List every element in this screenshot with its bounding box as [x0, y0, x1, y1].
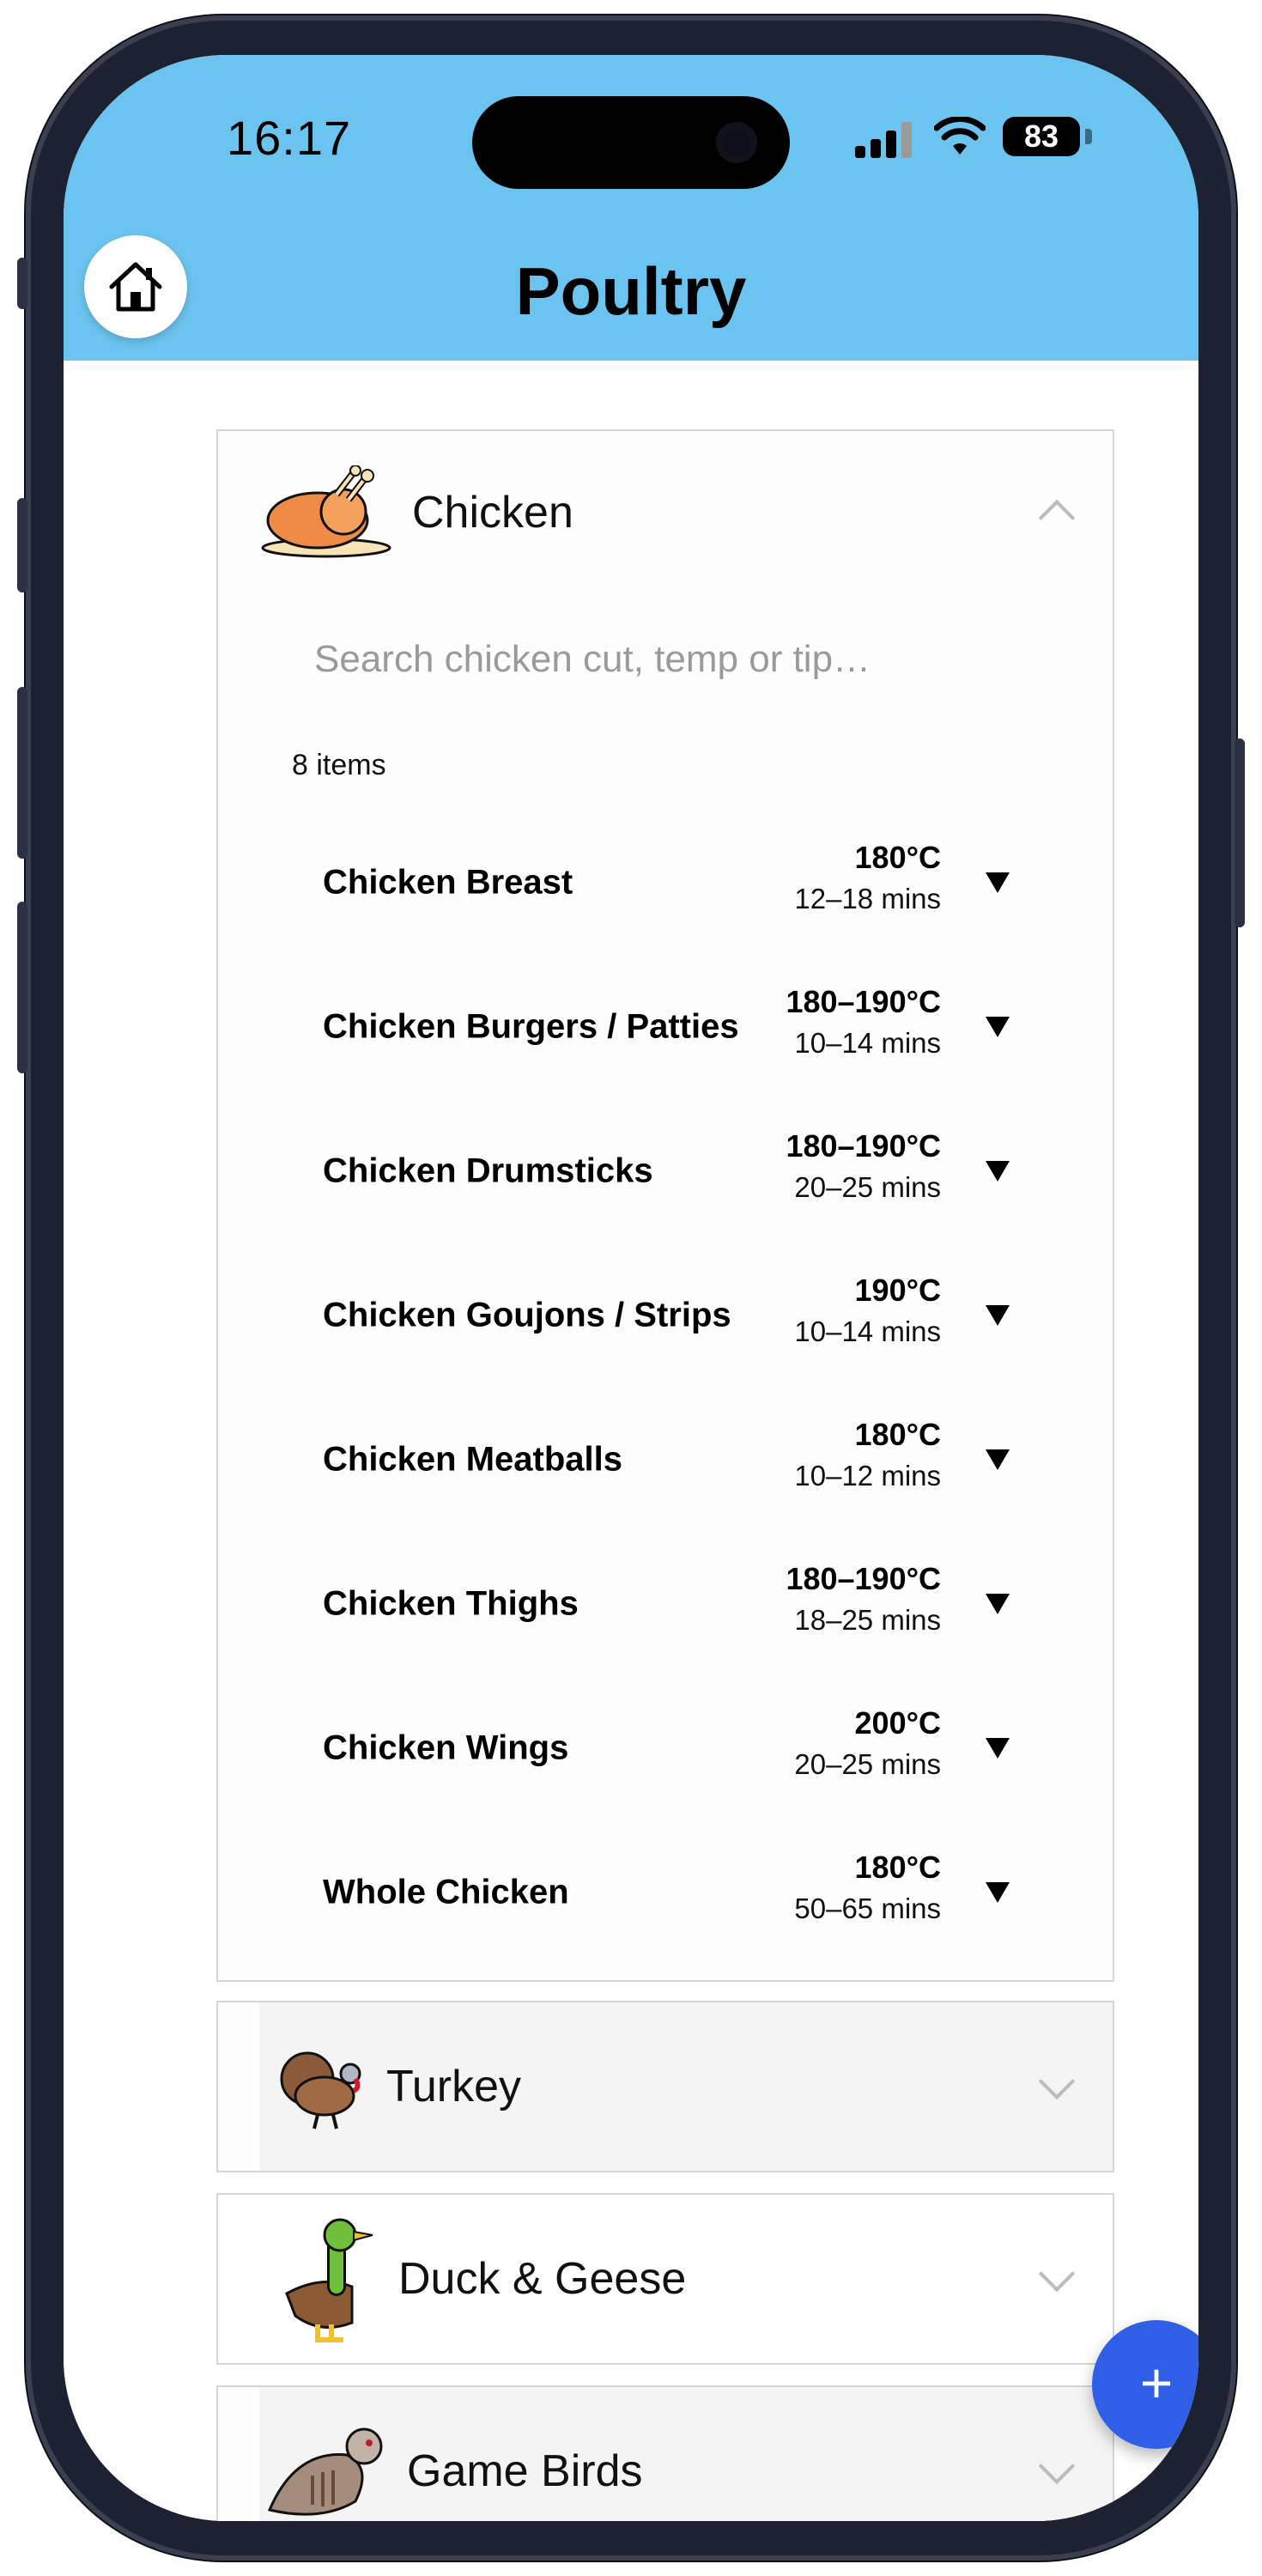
list-item[interactable]: Chicken Burgers / Patties 180–190°C 10–1… [218, 955, 1113, 1099]
list-item[interactable]: Chicken Meatballs 180°C 10–12 mins [218, 1388, 1113, 1532]
turkey-panel-title: Turkey [386, 2062, 521, 2111]
item-name: Chicken Goujons / Strips [323, 1296, 731, 1334]
item-name: Chicken Meatballs [323, 1440, 623, 1479]
item-name: Chicken Drumsticks [323, 1151, 653, 1190]
item-temp: 190°C [854, 1273, 941, 1308]
turkey-panel[interactable]: Turkey [216, 2001, 1114, 2172]
item-name: Chicken Burgers / Patties [323, 1007, 739, 1046]
list-item[interactable]: Chicken Goujons / Strips 190°C 10–14 min… [218, 1243, 1113, 1388]
duck-geese-panel-header[interactable]: Duck & Geese [218, 2195, 1113, 2363]
duck-geese-panel-title: Duck & Geese [398, 2254, 687, 2304]
dynamic-island [472, 96, 790, 189]
roast-chicken-icon [261, 465, 391, 558]
expand-arrow-icon[interactable] [986, 1017, 1010, 1037]
front-camera-icon [716, 122, 757, 163]
items-count: 8 items [292, 749, 386, 781]
game-birds-panel[interactable]: Game Birds [216, 2385, 1114, 2521]
expand-arrow-icon[interactable] [986, 1882, 1010, 1903]
list-item[interactable]: Whole Chicken 180°C 50–65 mins [218, 1820, 1113, 1965]
chevron-down-icon [1038, 2447, 1076, 2485]
volume-up-button [17, 498, 27, 592]
action-button [17, 258, 27, 309]
item-time: 12–18 mins [794, 883, 941, 914]
volume-extra-button [17, 902, 27, 1073]
expand-arrow-icon[interactable] [986, 872, 1010, 893]
item-time: 18–25 mins [794, 1604, 941, 1636]
page-title: Poultry [515, 253, 747, 329]
game-birds-panel-header[interactable]: Game Birds [218, 2387, 1113, 2521]
battery-icon: 83 [1003, 117, 1080, 156]
turkey-panel-header[interactable]: Turkey [218, 2002, 1113, 2171]
item-temp: 200°C [854, 1705, 941, 1741]
chicken-panel-title: Chicken [412, 488, 573, 538]
item-time: 20–25 mins [794, 1748, 941, 1780]
chicken-search-input[interactable] [312, 629, 1020, 690]
list-item[interactable]: Chicken Thighs 180–190°C 18–25 mins [218, 1532, 1113, 1676]
item-time: 20–25 mins [794, 1171, 941, 1203]
duck-icon [285, 2218, 373, 2342]
expand-arrow-icon[interactable] [986, 1305, 1010, 1326]
status-icons: 83 [855, 112, 1113, 163]
expand-arrow-icon[interactable] [986, 1161, 1010, 1182]
content-area: Chicken 8 items Chicken Breast 180°C 12–… [64, 361, 1198, 2521]
app-header: 16:17 83 Poultry [64, 55, 1198, 361]
list-item[interactable]: Chicken Drumsticks 180–190°C 20–25 mins [218, 1099, 1113, 1243]
list-item[interactable]: Chicken Wings 200°C 20–25 mins [218, 1676, 1113, 1820]
battery-tip [1085, 129, 1092, 144]
item-temp: 180–190°C [786, 1561, 941, 1596]
game-birds-panel-title: Game Birds [407, 2446, 643, 2496]
item-temp: 180°C [854, 1417, 941, 1452]
duck-geese-panel[interactable]: Duck & Geese [216, 2193, 1114, 2365]
cellular-signal-icon [855, 120, 920, 158]
turkey-icon [280, 2051, 361, 2129]
wifi-icon [934, 117, 986, 155]
item-name: Whole Chicken [323, 1873, 569, 1911]
item-name: Chicken Breast [323, 863, 573, 902]
power-button [1235, 738, 1245, 927]
partridge-icon [267, 2427, 383, 2516]
item-temp: 180–190°C [786, 984, 941, 1019]
item-temp: 180°C [854, 1850, 941, 1885]
item-temp: 180–190°C [786, 1128, 941, 1163]
content-scroll[interactable]: Chicken 8 items Chicken Breast 180°C 12–… [98, 361, 1161, 2521]
expand-arrow-icon[interactable] [986, 1449, 1010, 1470]
list-item[interactable]: Chicken Breast 180°C 12–18 mins [218, 811, 1113, 955]
expand-arrow-icon[interactable] [986, 1738, 1010, 1759]
item-temp: 180°C [854, 840, 941, 875]
item-name: Chicken Thighs [323, 1584, 579, 1623]
item-time: 50–65 mins [794, 1893, 941, 1924]
expand-arrow-icon[interactable] [986, 1594, 1010, 1614]
chevron-down-icon [1038, 2063, 1076, 2100]
chevron-up-icon [1038, 499, 1076, 537]
item-time: 10–12 mins [794, 1460, 941, 1492]
item-time: 10–14 mins [794, 1315, 941, 1347]
item-time: 10–14 mins [794, 1027, 941, 1059]
volume-down-button [17, 687, 27, 859]
chicken-panel: Chicken 8 items Chicken Breast 180°C 12–… [216, 429, 1114, 1982]
chevron-down-icon [1038, 2255, 1076, 2293]
item-name: Chicken Wings [323, 1728, 569, 1767]
phone-screen: 16:17 83 Poultry Chicken Search chicken … [64, 55, 1198, 2521]
chicken-panel-header[interactable]: Chicken [218, 431, 1113, 594]
status-time: 16:17 [227, 111, 352, 165]
